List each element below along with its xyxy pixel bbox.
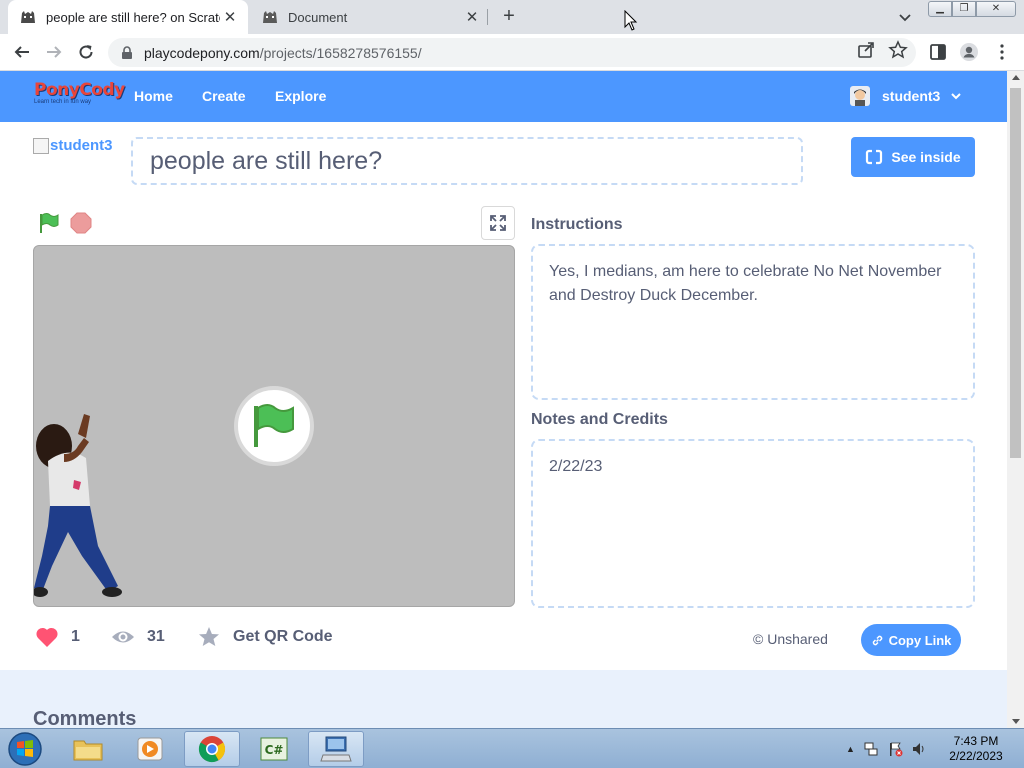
instructions-text: Yes, I medians, am here to celebrate No … — [531, 244, 975, 400]
windows-logo-icon — [8, 732, 42, 766]
link-icon — [872, 635, 882, 645]
notes-text: 2/22/23 — [531, 439, 975, 608]
monitor-keyboard-icon — [320, 736, 352, 762]
nav-home-link[interactable]: Home — [134, 88, 173, 104]
svg-text:C#: C# — [265, 743, 284, 757]
browser-tab-active[interactable]: people are still here? on Scratch ✕ — [8, 0, 248, 34]
browser-tabstrip: people are still here? on Scratch ✕ Docu… — [0, 0, 1024, 34]
taskbar-clock[interactable]: 7:43 PM 2/22/2023 — [940, 734, 1012, 764]
system-tray: ▲ — [846, 739, 927, 759]
love-count[interactable]: 1 — [35, 626, 80, 648]
author-avatar[interactable]: student3 — [33, 137, 113, 154]
url-text: playcodepony.com/projects/1658278576155/ — [144, 44, 422, 61]
taskbar-chrome[interactable] — [184, 731, 240, 767]
page-viewport: PonyCody Learn tech in fun way Home Crea… — [0, 71, 1007, 728]
see-inside-button[interactable]: See inside — [851, 137, 975, 177]
comments-heading: Comments — [33, 708, 137, 728]
view-count-value: 31 — [147, 628, 165, 645]
see-inside-label: See inside — [891, 149, 961, 165]
share-status: © Unshared — [753, 631, 828, 647]
window-restore-button[interactable]: ❐ — [952, 1, 976, 17]
scroll-up-arrow-icon[interactable] — [1012, 75, 1020, 80]
heart-icon — [36, 627, 58, 647]
green-flag-icon[interactable] — [38, 212, 60, 234]
dancer-sprite — [34, 414, 122, 597]
tab-title: Document — [288, 9, 348, 25]
project-page: student3 people are still here? See insi… — [0, 122, 1007, 670]
forward-arrow-icon[interactable] — [42, 40, 66, 64]
folder-icon — [73, 740, 103, 761]
share-icon[interactable] — [856, 40, 876, 60]
media-player-icon — [137, 737, 163, 761]
bookmark-star-icon[interactable] — [888, 40, 908, 60]
windows-taskbar: C# ▲ 7:43 PM 2/22/2023 — [0, 728, 1024, 768]
csharp-icon: C# — [260, 737, 288, 761]
more-menu-icon[interactable] — [992, 42, 1012, 62]
project-title: people are still here? — [131, 137, 803, 185]
instructions-heading: Instructions — [531, 216, 623, 233]
username: student3 — [882, 88, 941, 104]
volume-icon[interactable] — [911, 741, 927, 757]
user-menu[interactable]: student3 — [850, 86, 962, 106]
lock-icon — [122, 45, 132, 59]
chrome-icon — [198, 736, 226, 763]
site-logo[interactable]: PonyCody Learn tech in fun way — [34, 80, 125, 110]
green-flag-icon — [254, 404, 294, 447]
qr-code-button[interactable]: Get QR Code — [197, 626, 333, 648]
stop-icon[interactable] — [70, 212, 92, 234]
action-center-flag-icon[interactable] — [887, 741, 903, 757]
author-avatar-alt: student3 — [50, 137, 113, 154]
clock-date: 2/22/2023 — [949, 749, 1003, 763]
start-button[interactable] — [6, 731, 44, 767]
notes-heading: Notes and Credits — [531, 411, 668, 428]
tab-close-icon[interactable]: ✕ — [220, 7, 240, 27]
window-minimize-button[interactable]: ▁ — [928, 1, 952, 17]
remix-icon — [866, 149, 883, 165]
eye-icon — [112, 631, 134, 643]
side-panel-icon[interactable] — [928, 42, 948, 62]
expand-icon — [490, 215, 506, 231]
clock-time: 7:43 PM — [953, 734, 999, 748]
taskbar-csharp-ide[interactable]: C# — [246, 731, 302, 767]
show-hidden-icons-arrow-icon[interactable]: ▲ — [846, 744, 855, 754]
chevron-down-icon — [951, 93, 962, 100]
tab-separator — [487, 9, 488, 25]
back-arrow-icon[interactable] — [10, 40, 34, 64]
qr-code-label: Get QR Code — [233, 628, 333, 645]
profile-icon[interactable] — [959, 42, 979, 62]
scrollbar-thumb[interactable] — [1010, 88, 1021, 458]
love-count-value: 1 — [71, 628, 80, 645]
tab-title: people are still here? on Scratch — [46, 9, 220, 25]
mouse-cursor-icon — [624, 10, 638, 31]
fullscreen-button[interactable] — [481, 206, 515, 240]
browser-toolbar: playcodepony.com/projects/1658278576155/ — [0, 34, 1024, 71]
broken-image-icon — [33, 137, 49, 154]
page-scrollbar[interactable] — [1007, 71, 1024, 728]
site-navbar: PonyCody Learn tech in fun way Home Crea… — [0, 71, 1007, 122]
tab-search-chevron-icon[interactable] — [896, 8, 914, 26]
view-count: 31 — [111, 626, 165, 648]
tab-close-icon[interactable]: ✕ — [462, 7, 482, 27]
avatar — [850, 86, 870, 106]
copy-link-button[interactable]: Copy Link — [861, 624, 961, 656]
nav-explore-link[interactable]: Explore — [275, 88, 326, 104]
stage-green-flag-button[interactable] — [234, 386, 314, 466]
taskbar-file-explorer[interactable] — [60, 731, 116, 767]
browser-tab-document[interactable]: Document ✕ — [250, 0, 490, 34]
star-icon — [199, 627, 219, 646]
nav-create-link[interactable]: Create — [202, 88, 246, 104]
new-tab-button[interactable]: + — [498, 5, 520, 27]
copy-link-label: Copy Link — [888, 632, 952, 648]
network-icon[interactable] — [863, 741, 879, 757]
scroll-down-arrow-icon[interactable] — [1012, 719, 1020, 724]
scratch-favicon-icon — [262, 10, 278, 24]
logo-text: PonyCody — [34, 80, 125, 100]
project-stage[interactable] — [33, 245, 515, 607]
scratch-favicon-icon — [20, 10, 36, 24]
taskbar-media-player[interactable] — [122, 731, 178, 767]
window-close-button[interactable]: ✕ — [976, 1, 1016, 17]
taskbar-remote-desktop[interactable] — [308, 731, 364, 767]
reload-icon[interactable] — [74, 40, 98, 64]
address-bar[interactable]: playcodepony.com/projects/1658278576155/ — [108, 38, 916, 67]
